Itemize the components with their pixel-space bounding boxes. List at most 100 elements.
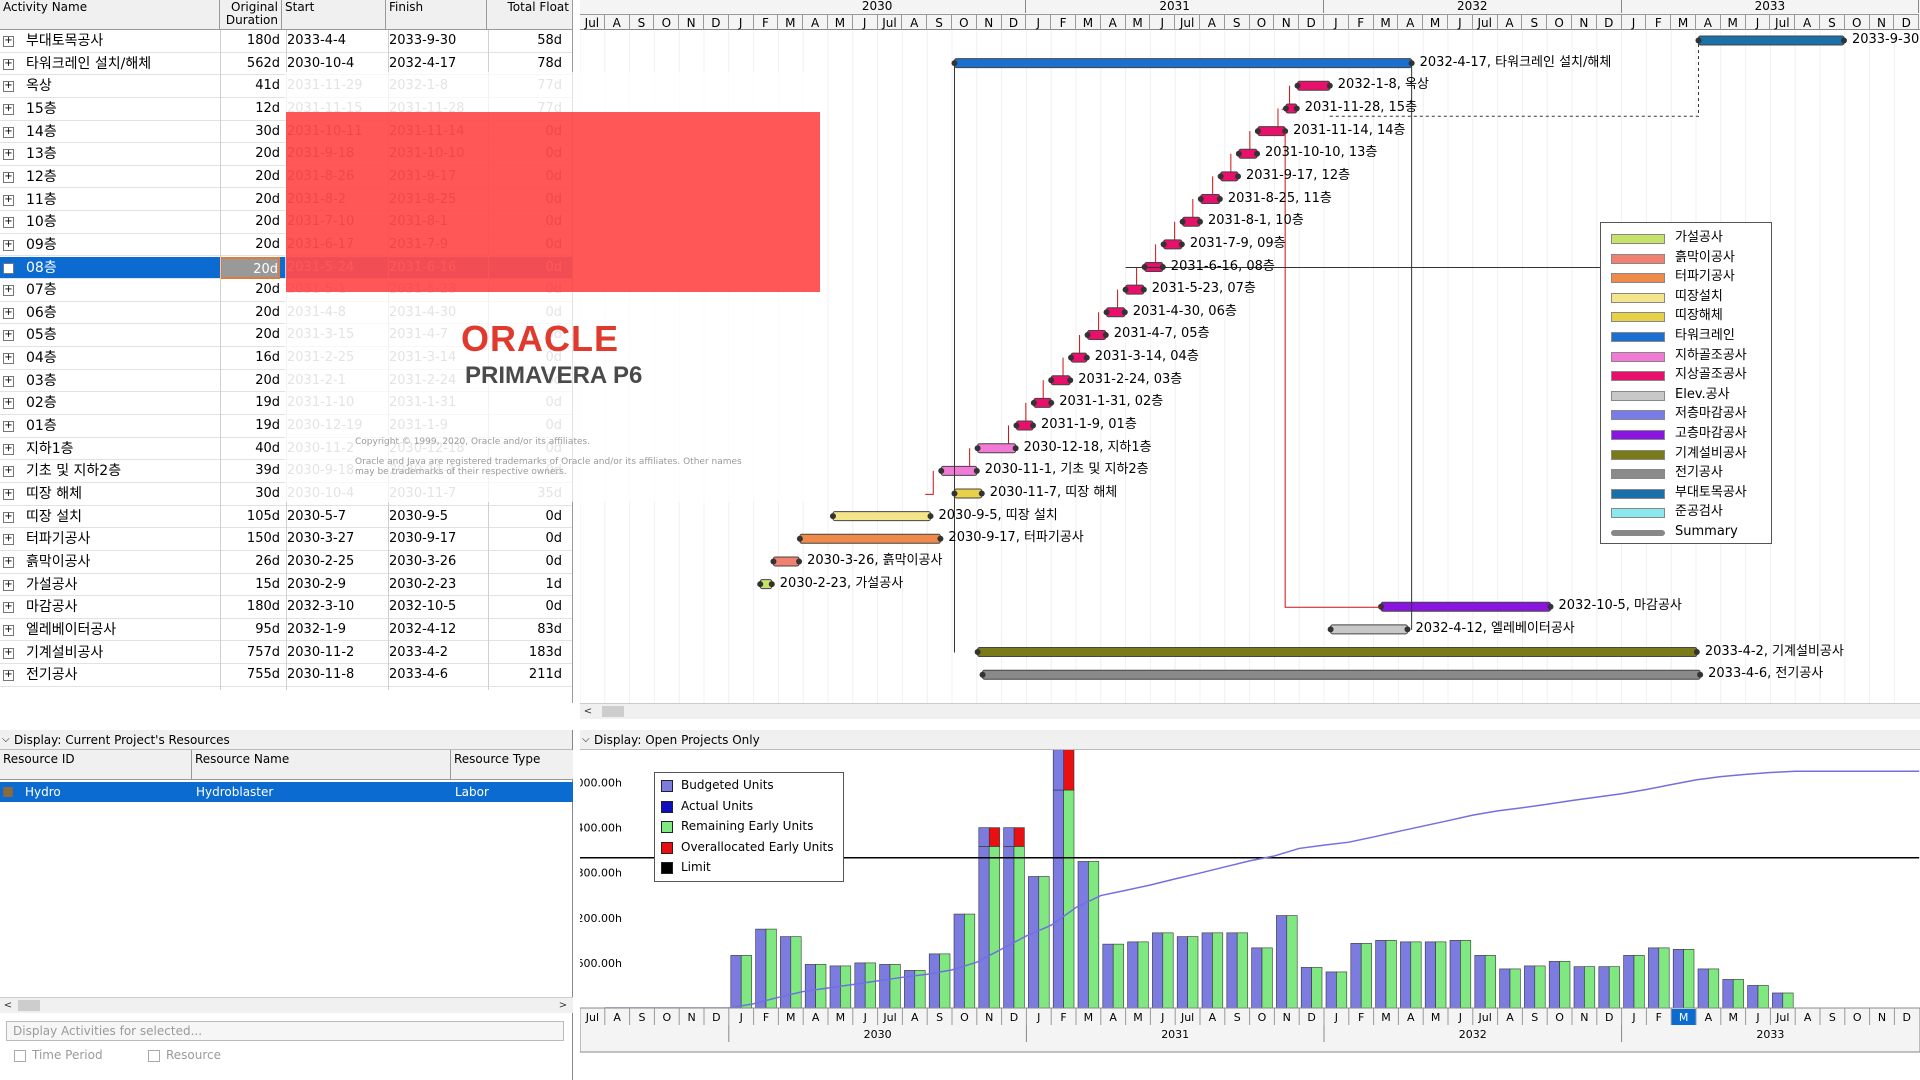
expand-icon[interactable]: + (3, 330, 14, 342)
expand-icon[interactable]: + (3, 443, 14, 455)
expand-icon[interactable]: + (3, 36, 14, 47)
col-total-float[interactable]: Total Float (487, 0, 572, 30)
expand-icon[interactable]: + (3, 171, 14, 183)
expand-icon[interactable]: + (3, 103, 14, 115)
activity-name: 마감공사 (26, 599, 78, 616)
col-resource-id[interactable]: Resource ID (0, 750, 192, 780)
col-finish[interactable]: Finish (386, 0, 487, 30)
time-period-checkbox[interactable]: Time Period (14, 1048, 103, 1062)
resource-display-title[interactable]: ⌵ Display: Current Project's Resources (0, 730, 572, 750)
col-original-duration[interactable]: Original Duration (220, 0, 282, 30)
col-start[interactable]: Start (282, 0, 386, 30)
legend-swatch (1611, 530, 1665, 536)
scroll-left-arrow[interactable]: < (0, 998, 16, 1013)
checkbox-icon[interactable] (14, 1049, 26, 1062)
timeline-year: 2030 (729, 0, 1027, 13)
expand-icon[interactable]: + (3, 670, 14, 682)
budgeted-units-bar (1052, 750, 1064, 791)
expand-icon[interactable]: + (3, 398, 14, 410)
timeline-month: A (1100, 14, 1126, 30)
timeline-month: F (1646, 14, 1672, 30)
expand-icon[interactable]: + (3, 126, 14, 138)
chevron-down-icon[interactable]: ⌵ (582, 730, 590, 750)
timeline-month: F (753, 14, 779, 30)
expand-icon[interactable]: + (3, 285, 14, 297)
remaining-early-units-bar (1063, 789, 1075, 1009)
activity-start: 2032-3-10 (287, 599, 355, 615)
display-activities-button[interactable]: Display Activities for selected... (6, 1021, 564, 1041)
checkbox-icon[interactable] (148, 1049, 160, 1062)
legend-label: 저층마감공사 (1675, 406, 1747, 422)
remaining-early-units-bar (740, 955, 752, 1009)
histogram-month-label: D (1903, 1011, 1911, 1024)
gantt-hscrollbar[interactable]: < (580, 703, 1920, 719)
expand-icon[interactable]: + (3, 149, 14, 161)
histogram-month-label: Jul (1775, 1011, 1789, 1024)
expand-icon[interactable]: + (3, 58, 14, 70)
gantt-bar-label: 2031-9-17, 12층 (1246, 167, 1351, 183)
expand-icon[interactable]: + (3, 262, 14, 274)
expand-icon[interactable]: + (3, 489, 14, 500)
budgeted-units-bar (978, 846, 990, 1009)
expand-icon[interactable]: + (3, 307, 14, 319)
expand-icon[interactable]: + (3, 534, 14, 546)
expand-icon[interactable]: + (3, 217, 14, 229)
expand-icon[interactable]: + (3, 81, 14, 93)
expand-icon[interactable]: + (3, 239, 14, 251)
expand-icon[interactable]: + (3, 466, 14, 478)
expand-icon[interactable]: + (3, 353, 14, 365)
resource-row[interactable]: Hydro Hydroblaster Labor (0, 782, 573, 802)
expand-icon[interactable]: + (3, 194, 14, 206)
col-resource-type[interactable]: Resource Type (451, 750, 573, 780)
histogram-month-label: O (662, 1011, 671, 1024)
scroll-thumb[interactable] (602, 706, 624, 717)
scroll-left-arrow[interactable]: < (580, 704, 596, 719)
timeline-month: J (728, 14, 754, 30)
resource-id: Hydro (25, 785, 61, 799)
budgeted-units-bar (1400, 941, 1412, 1009)
resource-hscrollbar[interactable]: < > (0, 997, 573, 1013)
histogram-month-label: O (1555, 1011, 1564, 1024)
activity-name: 지하1층 (26, 440, 74, 457)
col-activity-name[interactable]: Activity Name (0, 0, 220, 30)
gantt-bar-label: 2030-9-5, 띠장 설치 (938, 507, 1058, 523)
activity-total-float: 83d (537, 621, 562, 637)
expand-icon[interactable]: + (3, 375, 14, 387)
activity-name: 07층 (26, 282, 57, 299)
remaining-early-units-bar (1112, 943, 1124, 1009)
expand-icon[interactable]: + (3, 421, 14, 433)
histogram-month-label: O (1258, 1011, 1267, 1024)
chevron-down-icon[interactable]: ⌵ (2, 730, 10, 750)
scroll-right-arrow[interactable]: > (555, 998, 571, 1013)
remaining-early-units-bar (864, 962, 876, 1009)
gantt-bar-label: 2031-10-10, 13층 (1265, 145, 1378, 161)
histogram-month-label: F (1060, 1011, 1066, 1024)
budgeted-units-bar (1648, 947, 1660, 1009)
activity-duration: 105d (246, 508, 280, 524)
budgeted-units-bar (1077, 861, 1089, 1009)
expand-icon[interactable]: + (3, 511, 14, 523)
expand-icon[interactable]: + (3, 647, 14, 659)
expand-icon[interactable]: + (3, 579, 14, 591)
y-tick-label: 2400.00h (580, 822, 622, 835)
expand-icon[interactable]: + (3, 556, 14, 568)
activity-name: 옥상 (26, 78, 52, 95)
remaining-early-units-bar (1311, 967, 1323, 1009)
scroll-thumb[interactable] (18, 1000, 40, 1011)
timeline-month: F (1348, 14, 1374, 30)
activity-name: 타워크레인 설치/해체 (26, 55, 152, 72)
expand-icon[interactable]: + (3, 602, 14, 614)
resource-display-label: Display: Current Project's Resources (14, 733, 230, 747)
remaining-early-units-bar (1038, 876, 1050, 1009)
expand-icon[interactable]: + (3, 624, 14, 636)
timeline-year: 2032 (1324, 0, 1622, 13)
budgeted-units-bar (1127, 941, 1139, 1009)
histogram-display-title[interactable]: ⌵ Display: Open Projects Only (580, 730, 1920, 750)
activity-name: 흙막이공사 (26, 553, 91, 570)
resource-checkbox[interactable]: Resource (148, 1048, 221, 1062)
activity-finish: 2033-4-2 (389, 644, 449, 660)
legend-label: Summary (1675, 524, 1738, 539)
col-resource-name[interactable]: Resource Name (192, 750, 451, 780)
gantt-bar-label: 2031-11-28, 15층 (1304, 99, 1418, 115)
legend-swatch (1611, 351, 1665, 362)
